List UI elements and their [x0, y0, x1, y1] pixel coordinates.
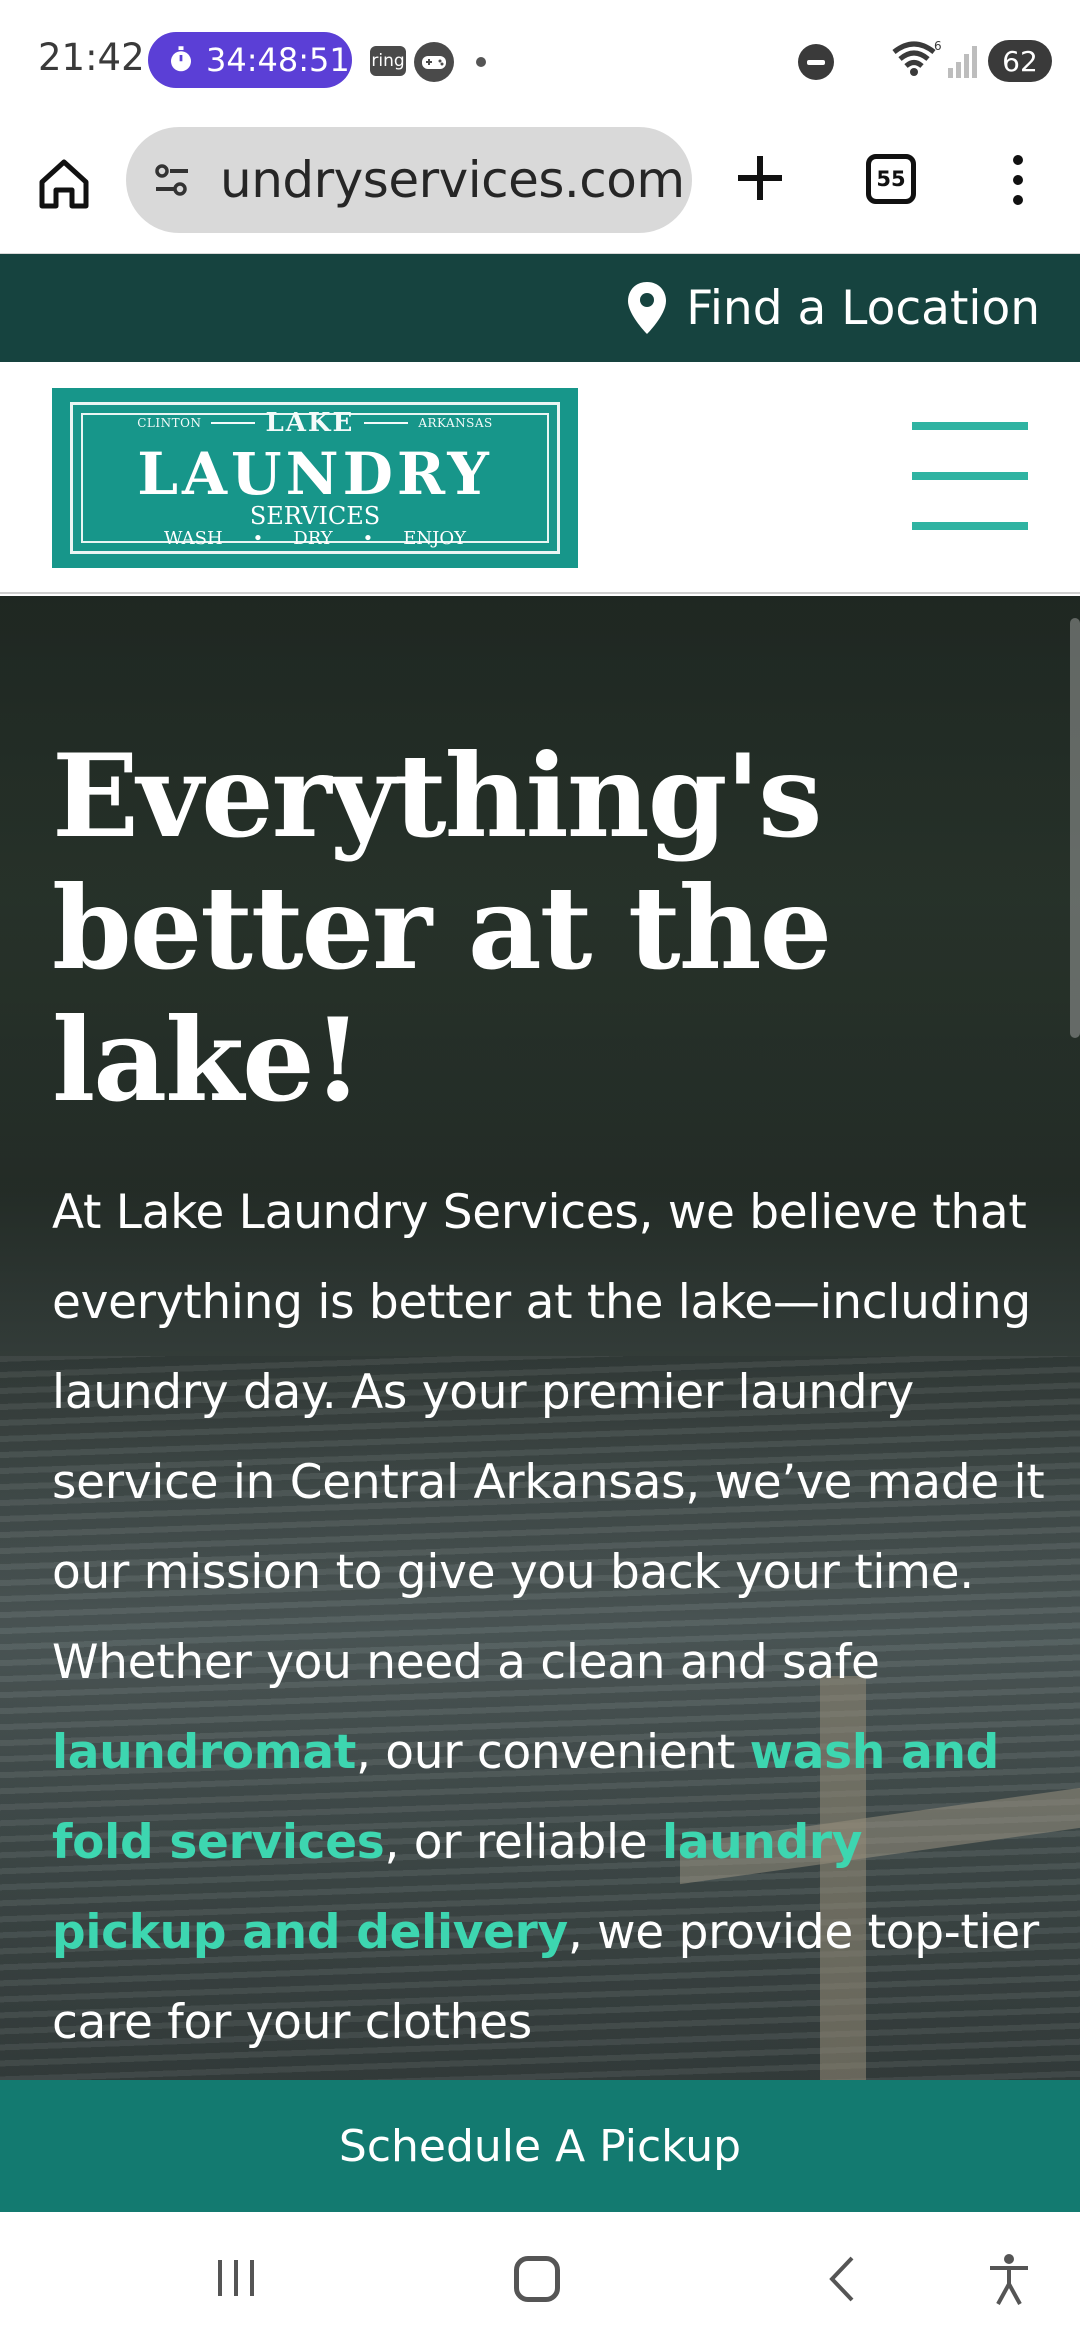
accessibility-icon[interactable] [986, 2252, 1032, 2306]
hamburger-menu-icon[interactable] [912, 418, 1028, 534]
logo-tagline-wash: WASH [164, 528, 223, 549]
timer-chip[interactable]: 34:48:51 [148, 32, 352, 88]
site-logo[interactable]: CLINTON LAKE ARKANSAS LAUNDRY SERVICES W… [52, 388, 578, 568]
find-location-link[interactable]: Find a Location [626, 276, 1040, 340]
home-icon[interactable] [32, 152, 96, 216]
cell-signal-icon [948, 46, 977, 78]
gamepad-icon [414, 42, 454, 82]
ring-app-icon: ring [370, 46, 406, 76]
notification-dot-icon [476, 57, 486, 67]
logo-tagline: WASH • DRY • ENJOY [52, 528, 578, 549]
wifi-icon: 6 [892, 39, 942, 76]
find-location-label: Find a Location [686, 280, 1040, 336]
page-scrollbar[interactable] [1070, 618, 1080, 1038]
hero-body-mid2: , or reliable [384, 1815, 663, 1870]
schedule-pickup-button[interactable]: Schedule A Pickup [0, 2080, 1080, 2212]
url-text: undryservices.com [220, 151, 685, 209]
logo-arkansas: ARKANSAS [418, 416, 493, 430]
hamburger-line [912, 522, 1028, 530]
logo-laundry: LAUNDRY [137, 440, 493, 508]
logo-rule [211, 422, 256, 424]
hero-title: Everything's better at the lake! [52, 729, 832, 1127]
logo-clinton: CLINTON [137, 416, 202, 430]
status-time: 21:42 [38, 36, 145, 79]
status-bar: 21:42 34:48:51 ring 6 62 [0, 0, 1080, 122]
hero-body-mid1: , our convenient [356, 1725, 750, 1780]
timer-text: 34:48:51 [206, 41, 350, 79]
logo-rule [364, 422, 409, 424]
map-pin-icon [628, 282, 667, 334]
site-settings-icon[interactable] [148, 156, 196, 204]
site-header: CLINTON LAKE ARKANSAS LAUNDRY SERVICES W… [0, 362, 1080, 594]
hero-body: At Lake Laundry Services, we believe tha… [52, 1168, 1052, 2068]
address-bar[interactable]: undryservices.com [126, 127, 692, 233]
new-tab-plus-icon[interactable] [730, 148, 790, 208]
logo-tagline-enjoy: ENJOY [403, 528, 466, 549]
logo-top-line: CLINTON LAKE ARKANSAS [52, 408, 578, 438]
battery-indicator: 62 [988, 40, 1052, 82]
logo-tagline-dot: • [362, 528, 374, 549]
laundromat-link[interactable]: laundromat [52, 1725, 356, 1780]
hero-body-intro: At Lake Laundry Services, we believe tha… [52, 1185, 1045, 1690]
more-menu-icon[interactable] [1000, 150, 1036, 210]
tab-switcher-button[interactable]: 55 [866, 154, 916, 204]
logo-tagline-dry: DRY [293, 528, 333, 549]
logo-tagline-dot: • [252, 528, 264, 549]
do-not-disturb-icon [798, 44, 834, 80]
system-navigation-bar [0, 2212, 1080, 2340]
hamburger-line [912, 422, 1028, 430]
location-bar: Find a Location [0, 254, 1080, 362]
back-nav-icon[interactable] [822, 2254, 862, 2304]
wifi-badge: 6 [934, 39, 942, 53]
hero-section: Everything's better at the lake! At Lake… [0, 596, 1080, 2080]
stopwatch-icon [171, 46, 191, 72]
recent-apps-icon[interactable] [214, 2256, 258, 2300]
home-nav-icon[interactable] [514, 2256, 560, 2302]
browser-toolbar: undryservices.com 55 [0, 122, 1080, 254]
logo-lake: LAKE [265, 408, 355, 438]
logo-services: SERVICES [249, 502, 381, 530]
hamburger-line [912, 472, 1028, 480]
